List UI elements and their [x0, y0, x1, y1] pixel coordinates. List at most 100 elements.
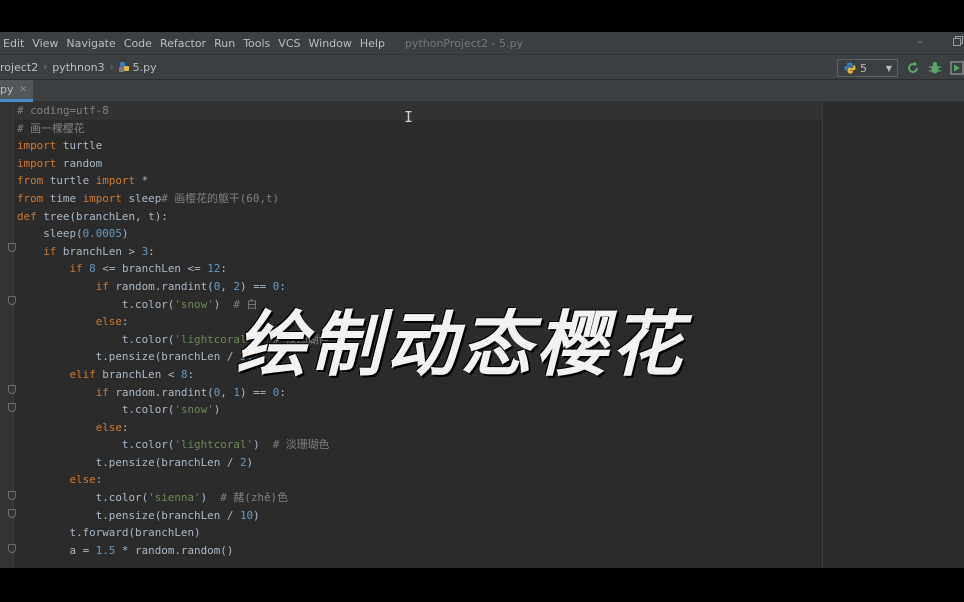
- code-token: else: [95, 315, 122, 329]
- code-token: 'sienna': [148, 491, 201, 505]
- python-icon: [844, 62, 856, 74]
- code-line: t.pensize(branchLen / 10): [17, 507, 817, 525]
- tab-5-py[interactable]: py ✕: [0, 80, 34, 102]
- code-token: sleep: [121, 191, 162, 205]
- code-token: ,: [220, 279, 234, 293]
- code-token: if: [95, 279, 109, 293]
- code-token: t.color(: [17, 491, 149, 505]
- fold-marker-icon[interactable]: [8, 296, 16, 305]
- code-token: 1.5: [95, 543, 116, 557]
- menu-view[interactable]: View: [28, 37, 62, 50]
- menu-tools[interactable]: Tools: [239, 37, 274, 50]
- fold-marker-icon[interactable]: [8, 544, 16, 553]
- code-token: :: [148, 244, 155, 258]
- fold-marker-icon[interactable]: [8, 243, 16, 252]
- code-token: a =: [17, 543, 96, 557]
- video-letterbox-bottom: [0, 568, 964, 602]
- code-token: # coding=utf-8: [17, 104, 109, 117]
- breadcrumb-folder[interactable]: pythnon3: [52, 61, 104, 74]
- code-token: ): [253, 438, 273, 452]
- code-token: random.randint(: [108, 385, 214, 399]
- menu-edit[interactable]: Edit: [0, 37, 28, 50]
- fold-marker-icon[interactable]: [8, 385, 16, 394]
- close-icon[interactable]: ✕: [20, 85, 28, 95]
- code-token: t.color(: [17, 332, 175, 346]
- code-token: if: [43, 244, 57, 258]
- text-cursor-icon: I: [404, 108, 414, 126]
- code-line: from time import sleep# 画樱花的躯干(60,t): [17, 190, 817, 208]
- chevron-right-icon: ›: [43, 61, 48, 73]
- rerun-icon[interactable]: [906, 61, 920, 75]
- code-token: t.color(: [17, 403, 175, 417]
- code-token: sleep(: [17, 227, 83, 241]
- menu-vcs[interactable]: VCS: [274, 37, 304, 50]
- code-token: from: [17, 174, 44, 188]
- code-token: t.pensize(branchLen /: [17, 455, 240, 469]
- code-token: :: [121, 315, 129, 329]
- code-token: ): [213, 297, 234, 311]
- menu-help[interactable]: Help: [356, 37, 389, 50]
- code-token: ): [246, 455, 254, 469]
- menu-navigate[interactable]: Navigate: [62, 37, 119, 50]
- code-line: sleep(0.0005): [17, 225, 817, 243]
- code-token: import: [95, 174, 136, 188]
- fold-marker-icon[interactable]: [8, 509, 16, 518]
- code-token: tree(branchLen, t):: [36, 209, 168, 223]
- code-token: * random.random(): [115, 543, 234, 557]
- fold-marker-icon[interactable]: [8, 403, 16, 412]
- code-token: random: [56, 156, 103, 170]
- code-token: branchLen >: [56, 244, 142, 258]
- code-line: t.color('sienna') # 赭(zhě)色: [17, 489, 817, 507]
- code-token: if: [95, 385, 109, 399]
- code-line: a = 1.5 * random.random(): [17, 542, 817, 560]
- code-token: t.color(: [17, 438, 175, 452]
- fold-marker-icon[interactable]: [8, 491, 16, 500]
- code-token: <= branchLen <=: [95, 262, 208, 276]
- code-line: t.color('snow'): [17, 401, 817, 419]
- breadcrumb-file-label: 5.py: [132, 60, 157, 74]
- code-token: *: [135, 174, 149, 188]
- code-token: 10: [239, 508, 254, 522]
- code-token: if: [69, 262, 83, 276]
- editor-tab-bar: py ✕: [0, 80, 964, 102]
- debug-icon[interactable]: [928, 61, 942, 75]
- breadcrumb-project[interactable]: roject2: [0, 61, 38, 74]
- tab-label: py: [0, 83, 14, 96]
- code-token: turtle: [56, 139, 103, 153]
- code-token: # 赭(zhě)色: [220, 491, 288, 505]
- window-title: pythonProject2 - 5.py: [404, 36, 524, 50]
- run-with-coverage-icon[interactable]: [950, 61, 964, 75]
- code-line: else:: [17, 471, 817, 489]
- code-line: # 画一棵樱花: [17, 120, 817, 138]
- menu-bar: Edit View Navigate Code Refactor Run Too…: [0, 32, 964, 54]
- minimize-icon[interactable]: –: [914, 36, 926, 48]
- menu-refactor[interactable]: Refactor: [156, 37, 210, 50]
- restore-icon[interactable]: [952, 36, 964, 48]
- code-token: time: [43, 191, 83, 205]
- code-token: import: [17, 139, 57, 153]
- menu-run[interactable]: Run: [210, 37, 239, 50]
- breadcrumb-file[interactable]: 5.py: [118, 60, 157, 74]
- chevron-down-icon: ▼: [885, 63, 892, 73]
- code-token: def: [17, 209, 37, 223]
- code-line: t.color('lightcoral') # 淡珊瑚色: [17, 436, 817, 454]
- right-margin-guide: [822, 102, 823, 568]
- run-config-selector[interactable]: 5 ▼: [837, 59, 898, 77]
- code-token: :: [95, 473, 103, 487]
- code-token: import: [82, 191, 122, 205]
- code-token: elif: [69, 367, 96, 381]
- code-token: 'snow': [174, 297, 214, 311]
- code-token: # 画一棵樱花: [17, 121, 85, 135]
- menu-code[interactable]: Code: [120, 37, 156, 50]
- code-token: ): [200, 491, 221, 505]
- code-token: :: [220, 262, 227, 276]
- menu-window[interactable]: Window: [305, 37, 356, 50]
- code-token: # 画樱花的躯干(60,t): [161, 191, 280, 205]
- code-token: random.randint(: [108, 279, 214, 293]
